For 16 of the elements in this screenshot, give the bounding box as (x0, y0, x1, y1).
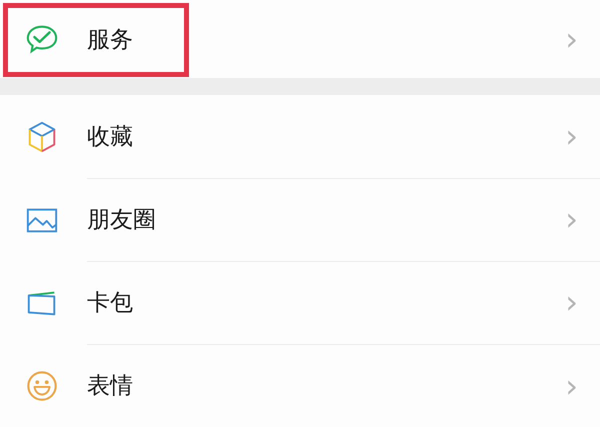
menu-item[interactable]: 卡包 › (0, 261, 600, 344)
menu-item[interactable]: 服务 › (0, 0, 600, 78)
menu-label: 收藏 (87, 122, 133, 152)
chevron-icon: › (565, 286, 578, 318)
menu-item[interactable]: 朋友圈 › (0, 178, 600, 261)
chevron-icon: › (565, 370, 578, 402)
menu-label: 朋友圈 (87, 206, 156, 234)
menu-item[interactable]: 表情 › (0, 344, 600, 427)
chevron-icon: › (565, 23, 578, 55)
chevron-icon: › (565, 120, 578, 152)
menu-item[interactable]: 收藏 › (0, 95, 600, 178)
menu-label: 服务 (87, 26, 133, 54)
smiley-icon (25, 368, 59, 402)
menu-label: 表情 (87, 372, 133, 401)
chevron-icon: › (565, 203, 578, 235)
menu-label: 卡包 (87, 288, 133, 318)
